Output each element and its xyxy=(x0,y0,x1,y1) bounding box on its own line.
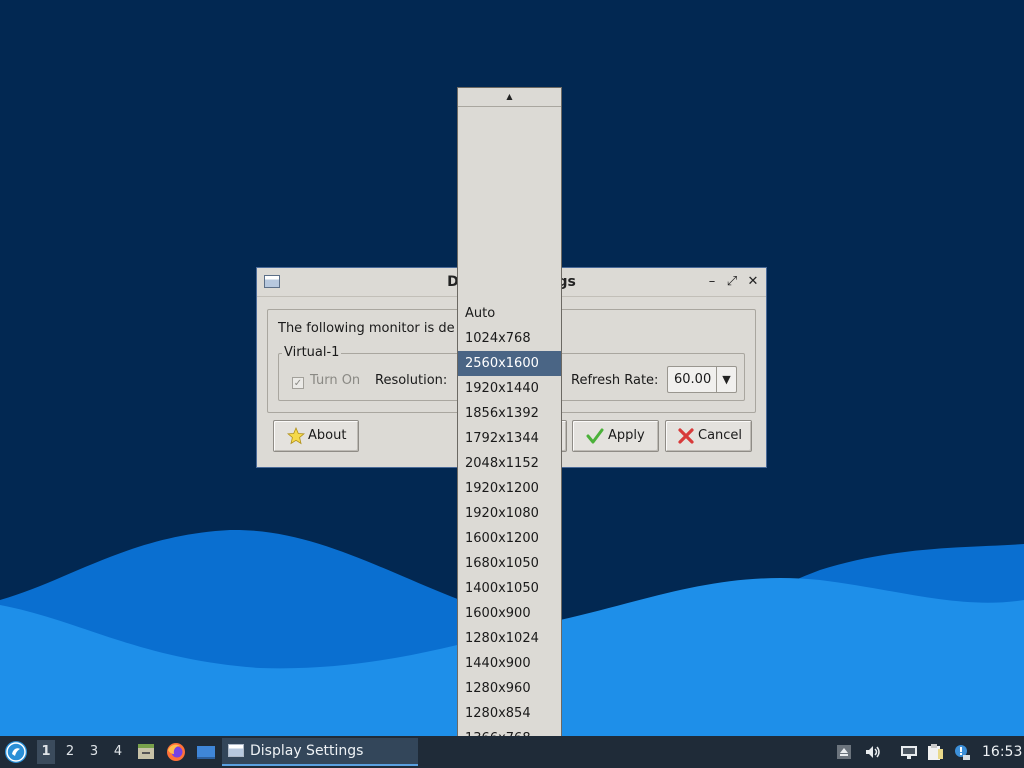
window-icon xyxy=(228,744,244,757)
resolution-options: Auto 1024x768 2560x1600 1920x1440 1856x1392 1… xyxy=(458,301,561,751)
resolution-option[interactable]: 1600x900 xyxy=(458,601,561,626)
taskbar: 1234 Display Settings 16:53 xyxy=(0,736,1024,768)
scroll-up-arrow-icon[interactable]: ▲ xyxy=(458,88,561,107)
workspace-1[interactable]: 1 xyxy=(37,740,55,764)
resolution-option[interactable]: 1920x1200 xyxy=(458,476,561,501)
resolution-option[interactable]: 1680x1050 xyxy=(458,551,561,576)
checkbox-checked-icon: ✓ xyxy=(292,377,304,389)
maximize-icon[interactable]: ⤢ xyxy=(724,274,740,290)
clipboard-icon[interactable] xyxy=(926,743,944,761)
chevron-down-icon: ▼ xyxy=(716,367,736,392)
resolution-option[interactable]: 1792x1344 xyxy=(458,426,561,451)
resolution-option[interactable]: 1280x1024 xyxy=(458,626,561,651)
resolution-option[interactable]: 1024x768 xyxy=(458,326,561,351)
turn-on-checkbox[interactable]: ✓ Turn On xyxy=(292,373,360,389)
eject-icon[interactable] xyxy=(835,743,853,761)
resolution-option[interactable]: 1400x1050 xyxy=(458,576,561,601)
checkmark-icon xyxy=(586,428,604,444)
network-icon[interactable] xyxy=(900,743,918,761)
refresh-rate-select[interactable]: 60.00 ▼ xyxy=(667,366,737,393)
taskbar-window-display-settings[interactable]: Display Settings xyxy=(222,738,418,766)
refresh-rate-value: 60.00 xyxy=(674,372,712,387)
resolution-option[interactable]: 2048x1152 xyxy=(458,451,561,476)
cancel-button[interactable]: Cancel xyxy=(665,420,752,452)
apply-button[interactable]: Apply xyxy=(572,420,659,452)
resolution-option[interactable]: 1280x960 xyxy=(458,676,561,701)
cancel-label: Cancel xyxy=(698,428,743,443)
close-icon[interactable]: ✕ xyxy=(745,274,761,290)
desktop-show-icon[interactable] xyxy=(196,742,216,762)
about-label: About xyxy=(308,428,347,443)
volume-icon[interactable] xyxy=(864,743,882,761)
resolution-label: Resolution: xyxy=(375,373,448,388)
workspace-3[interactable]: 3 xyxy=(85,744,103,759)
resolution-option[interactable]: 2560x1600 xyxy=(458,351,561,376)
about-button[interactable]: About xyxy=(273,420,359,452)
workspace-2[interactable]: 2 xyxy=(61,744,79,759)
resolution-option[interactable]: 1280x854 xyxy=(458,701,561,726)
cancel-x-icon xyxy=(678,428,694,444)
apply-label: Apply xyxy=(608,428,645,443)
file-manager-icon[interactable] xyxy=(136,742,156,762)
taskbar-window-label: Display Settings xyxy=(250,743,364,759)
resolution-option[interactable]: 1920x1080 xyxy=(458,501,561,526)
turn-on-label: Turn On xyxy=(310,373,361,388)
clock: 16:53 xyxy=(982,744,1023,760)
intro-text: The following monitor is de xyxy=(278,321,455,336)
resolution-option[interactable]: 1856x1392 xyxy=(458,401,561,426)
update-notifier-icon[interactable] xyxy=(953,743,971,761)
refresh-rate-label: Refresh Rate: xyxy=(571,373,659,388)
resolution-option[interactable]: 1600x1200 xyxy=(458,526,561,551)
resolution-option[interactable]: Auto xyxy=(458,301,561,326)
monitor-name: Virtual-1 xyxy=(282,345,342,360)
minimize-icon[interactable]: – xyxy=(704,274,720,290)
firefox-icon[interactable] xyxy=(166,742,186,762)
resolution-dropdown-list[interactable]: ▲ Auto 1024x768 2560x1600 1920x1440 1856x139… xyxy=(457,87,562,766)
start-menu-icon[interactable] xyxy=(5,741,27,763)
workspace-4[interactable]: 4 xyxy=(109,744,127,759)
star-icon xyxy=(287,427,305,445)
resolution-option[interactable]: 1920x1440 xyxy=(458,376,561,401)
resolution-option[interactable]: 1440x900 xyxy=(458,651,561,676)
